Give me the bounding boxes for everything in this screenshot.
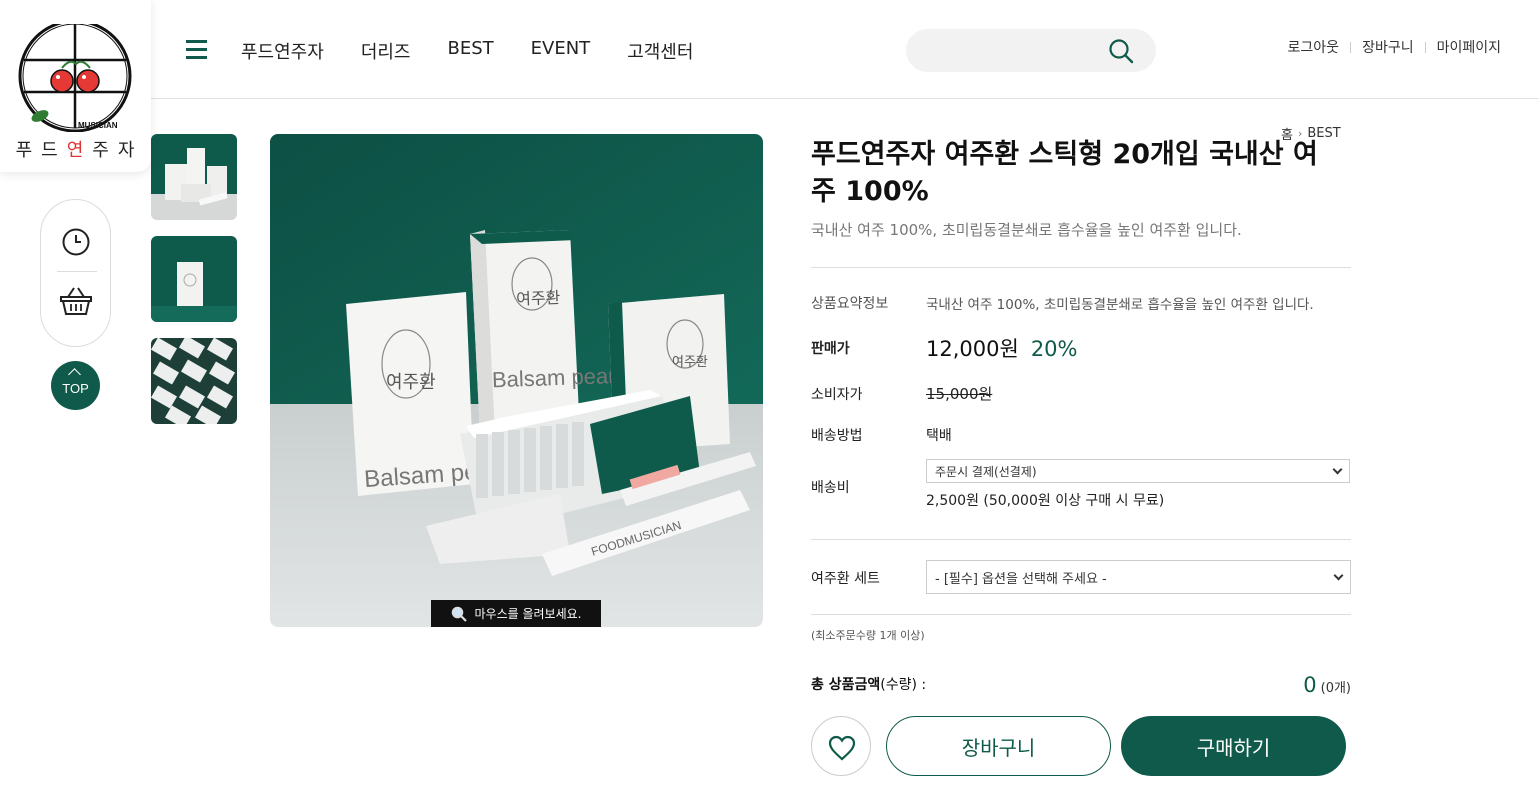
logout-link[interactable]: 로그아웃 (1288, 37, 1340, 57)
heart-icon (828, 735, 856, 761)
search-input[interactable] (924, 39, 1104, 63)
option-select-value: - [필수] 옵션을 선택해 주세요 - (935, 571, 1107, 587)
summary-label: 상품요약정보 (811, 296, 889, 312)
add-to-cart-button[interactable]: 장바구니 (886, 716, 1111, 776)
cart-link[interactable]: 장바구니 (1362, 37, 1414, 57)
logo-text: 푸드연주자 (15, 140, 144, 161)
zoom-tooltip-text: 마우스를 올려보세요. (474, 607, 582, 621)
thumbnail-2[interactable] (151, 236, 237, 322)
menu-icon[interactable] (186, 40, 207, 59)
total-label: 총 상품금액(수량) : (811, 674, 926, 694)
scroll-top-button[interactable]: TOP (51, 361, 100, 410)
consumer-price: 15,000원 (926, 385, 993, 403)
utility-links: 로그아웃 장바구니 마이페이지 (1288, 37, 1501, 57)
logo-word: MUSICIAN (78, 121, 118, 130)
shipping-fee-label: 배송비 (811, 480, 850, 496)
shipping-method: 택배 (926, 428, 952, 444)
box-label-left: 여주환 (386, 372, 436, 393)
option-select[interactable]: - [필수] 옵션을 선택해 주세요 - (926, 560, 1351, 594)
logo[interactable]: MUSICIAN 푸드연주자 (0, 0, 151, 172)
chevron-down-icon (1332, 464, 1343, 474)
top-label: TOP (62, 381, 89, 396)
chevron-down-icon (1333, 570, 1344, 580)
divider (57, 271, 97, 272)
sale-price-label: 판매가 (811, 341, 850, 357)
quick-menu (40, 199, 111, 347)
divider (811, 614, 1351, 615)
site-header: 푸드연주자 더리즈 BEST EVENT 고객센터 로그아웃 장바구니 마이페이… (0, 0, 1539, 99)
box-label-back: 여주환 (516, 288, 561, 309)
search-icon[interactable] (1108, 38, 1134, 64)
nav-item-foodmusician[interactable]: 푸드연주자 (241, 38, 324, 64)
basket-icon[interactable] (59, 285, 93, 317)
thumbnail-1[interactable] (151, 134, 237, 220)
divider (811, 539, 1351, 540)
recent-view-icon[interactable] (61, 227, 91, 257)
total-amount: 0 (1303, 673, 1317, 697)
total-count: (0개) (1320, 681, 1351, 696)
total-value: 0 (0개) (1303, 673, 1351, 697)
logo-mark-icon: MUSICIAN (18, 24, 132, 132)
summary-value: 국내산 여주 100%, 초미립동결분쇄로 흡수율을 높인 여주환 입니다. (926, 297, 1314, 313)
shipping-fee-text: 2,500원 (50,000원 이상 구매 시 무료) (926, 493, 1165, 509)
product-main-image[interactable]: 여주환 Balsam pear 여주환 여주환 Balsam pear FOOD… (270, 134, 763, 627)
divider (1424, 41, 1426, 53)
shipping-fee-select[interactable]: 주문시 결제(선결제) (926, 459, 1350, 483)
consumer-price-label: 소비자가 (811, 387, 863, 403)
total-label-suffix: (수량) : (880, 677, 927, 693)
chevron-up-icon (68, 368, 81, 381)
thumbnail-3[interactable] (151, 338, 237, 424)
mypage-link[interactable]: 마이페이지 (1437, 37, 1501, 57)
product-subtitle: 국내산 여주 100%, 초미립동결분쇄로 흡수율을 높인 여주환 입니다. (811, 221, 1242, 239)
box-label-right: 여주환 (672, 355, 708, 370)
total-label-text: 총 상품금액 (811, 677, 881, 693)
sale-price-group: 12,000원 20% (926, 333, 1078, 363)
nav-item-therizz[interactable]: 더리즈 (361, 38, 411, 64)
nav-item-best[interactable]: BEST (448, 38, 494, 64)
sale-price: 12,000원 (926, 337, 1019, 361)
wishlist-button[interactable] (811, 716, 871, 776)
product-title: 푸드연주자 여주환 스틱형 20개입 국내산 여주 100% (811, 139, 1318, 207)
divider (1350, 41, 1352, 53)
buy-now-button[interactable]: 구매하기 (1121, 716, 1346, 776)
magnifier-icon (451, 606, 467, 622)
shipping-method-label: 배송방법 (811, 428, 863, 444)
min-order-note: (최소주문수량 1개 이상) (811, 629, 925, 642)
box-label-en-back: Balsam pear (492, 363, 616, 392)
option-label: 여주환 세트 (811, 571, 880, 587)
search-box (906, 29, 1156, 72)
nav-item-event[interactable]: EVENT (531, 38, 591, 64)
discount-rate: 20% (1030, 337, 1078, 361)
nav-item-customer-center[interactable]: 고객센터 (627, 38, 693, 64)
zoom-tooltip: 마우스를 올려보세요. (431, 600, 601, 627)
main-nav: 푸드연주자 더리즈 BEST EVENT 고객센터 (241, 38, 693, 64)
shipping-fee-select-value: 주문시 결제(선결제) (935, 464, 1037, 479)
divider (811, 267, 1351, 268)
